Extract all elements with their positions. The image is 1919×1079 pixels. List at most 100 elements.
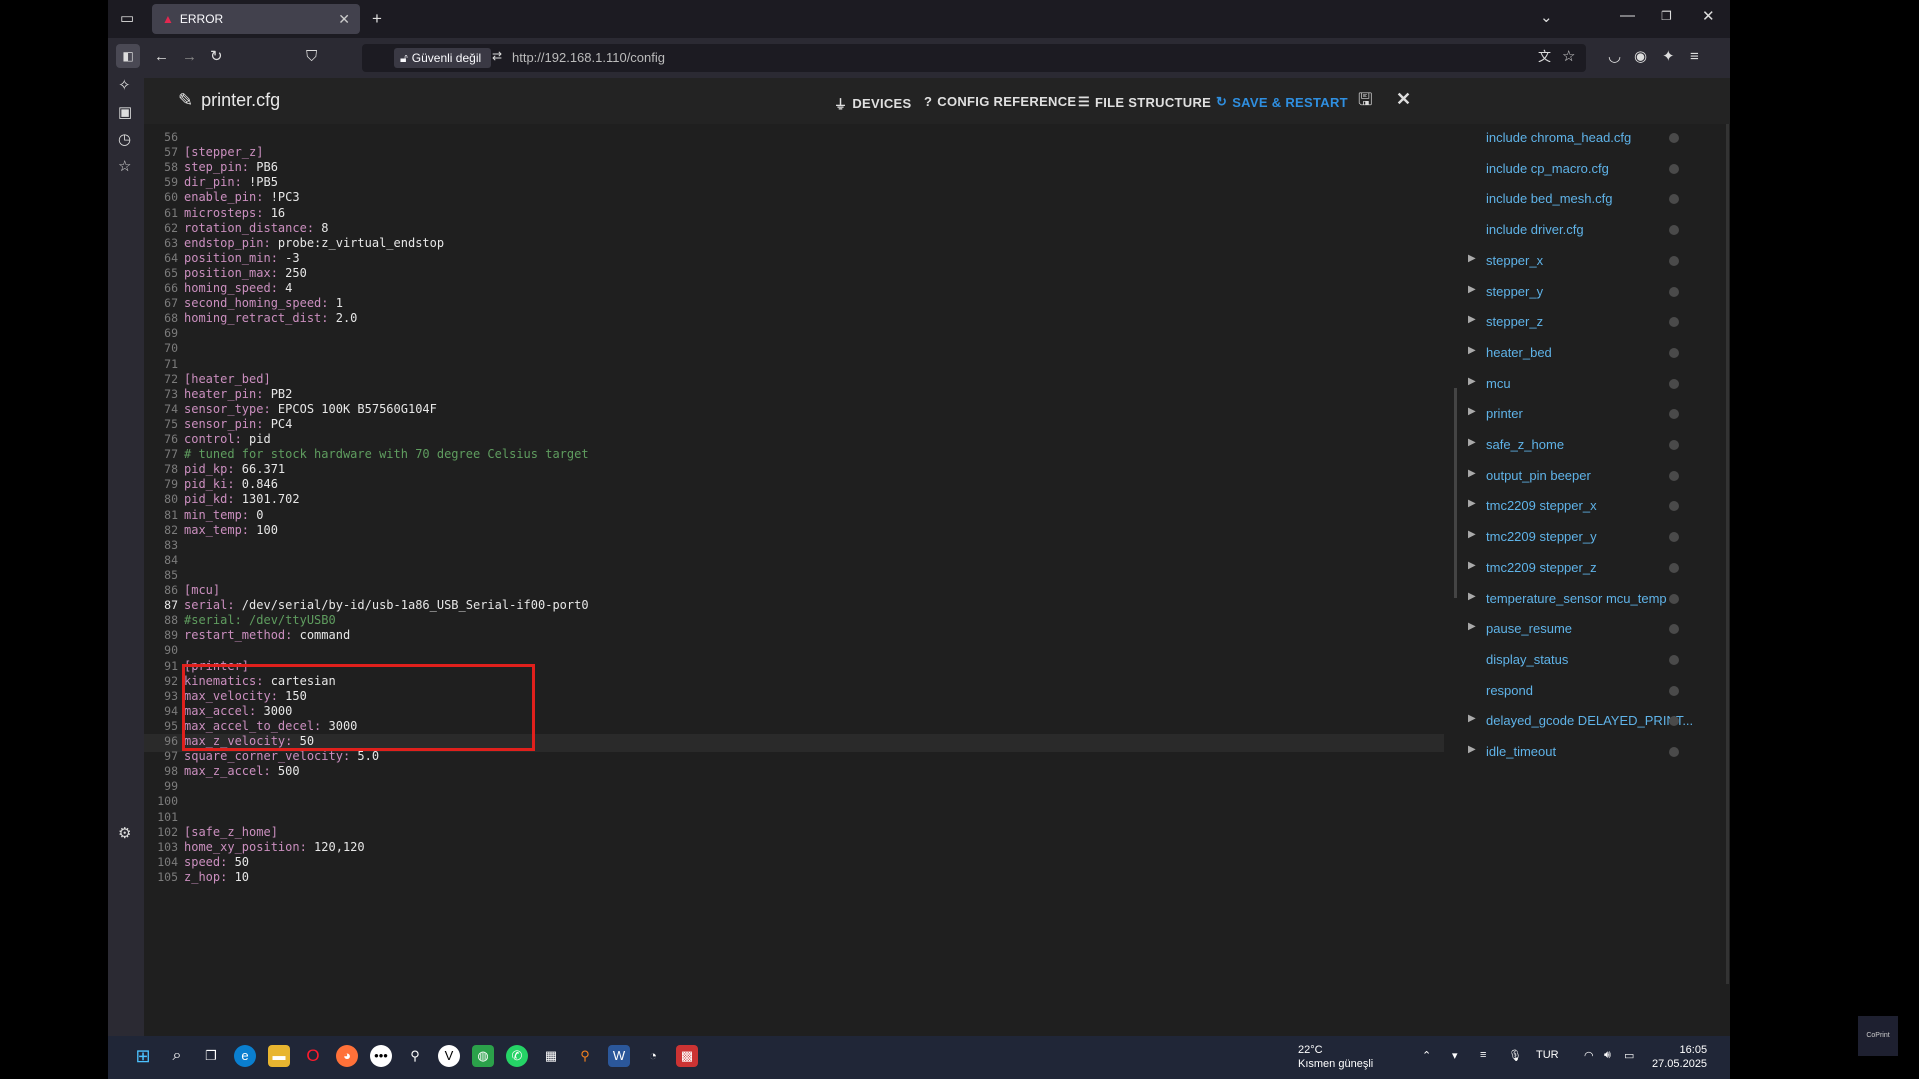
shield-icon[interactable]: ⛉ xyxy=(306,49,317,64)
word-icon[interactable]: W xyxy=(608,1045,630,1067)
microphone-icon[interactable]: 🎙︎ xyxy=(1508,1049,1522,1062)
bookmarks-icon[interactable]: ☆ xyxy=(118,159,131,174)
permissions-icon[interactable]: ⇄ xyxy=(492,50,502,62)
back-icon[interactable]: ← xyxy=(154,49,169,64)
account-icon[interactable]: ◉ xyxy=(1634,49,1647,64)
save-restart-button[interactable]: ↻ SAVE & RESTART xyxy=(1216,94,1348,110)
outline-item[interactable]: ▶ tmc2209 stepper_z xyxy=(1464,554,1724,584)
security-indicator[interactable]: 🔓︎ Güvenli değil xyxy=(394,48,492,68)
expand-arrow-icon[interactable]: ▶ xyxy=(1468,621,1476,632)
expand-arrow-icon[interactable]: ▶ xyxy=(1468,744,1476,755)
outline-item[interactable]: ▶ heater_bed xyxy=(1464,339,1724,369)
weather-widget[interactable]: 22°C Kısmen güneşli xyxy=(1298,1043,1373,1071)
file-explorer-icon[interactable]: ▬ xyxy=(268,1045,290,1067)
wifi-icon[interactable]: ◠ xyxy=(1584,1049,1594,1062)
forward-icon[interactable]: → xyxy=(182,49,197,64)
minimize-icon[interactable]: — xyxy=(1620,8,1635,23)
outline-item[interactable]: ▶ tmc2209 stepper_y xyxy=(1464,523,1724,553)
file-structure-button[interactable]: ☰ FILE STRUCTURE xyxy=(1078,94,1211,110)
expand-arrow-icon[interactable]: ▶ xyxy=(1468,314,1476,325)
app-icon-dots[interactable]: ••• xyxy=(370,1045,392,1067)
history-icon[interactable]: ◷ xyxy=(118,132,131,147)
outline-item[interactable]: respond xyxy=(1464,677,1724,707)
menu-icon[interactable]: ≡ xyxy=(1690,49,1699,64)
outline-item[interactable]: ▶ mcu xyxy=(1464,370,1724,400)
expand-arrow-icon[interactable]: ▶ xyxy=(1468,406,1476,417)
expand-arrow-icon[interactable]: ▶ xyxy=(1468,560,1476,571)
expand-arrow-icon[interactable]: ▶ xyxy=(1468,498,1476,509)
language-indicator[interactable]: TUR xyxy=(1536,1049,1559,1061)
outline-item[interactable]: ▶ stepper_x xyxy=(1464,247,1724,277)
window-close-icon[interactable]: ✕ xyxy=(1702,9,1715,24)
outline-item[interactable]: ▶ pause_resume xyxy=(1464,615,1724,645)
start-icon[interactable]: ⊞ xyxy=(132,1045,154,1067)
tray-app-icon[interactable]: ▾ xyxy=(1452,1049,1458,1062)
close-editor-icon[interactable]: ✕ xyxy=(1396,90,1411,108)
app-grid-icon[interactable]: ▩ xyxy=(676,1045,698,1067)
expand-arrow-icon[interactable]: ▶ xyxy=(1468,713,1476,724)
code-line[interactable]: 105 z_hop: 10 xyxy=(144,868,1444,886)
reload-icon[interactable]: ↻ xyxy=(210,49,223,64)
task-view-icon[interactable]: ❐ xyxy=(200,1045,222,1067)
expand-arrow-icon[interactable]: ▶ xyxy=(1468,253,1476,264)
expand-arrow-icon[interactable]: ▶ xyxy=(1468,437,1476,448)
outline-item[interactable]: include cp_macro.cfg xyxy=(1464,155,1724,185)
edge-icon[interactable]: e xyxy=(234,1045,256,1067)
code-editor[interactable]: 56 57 [stepper_z] 58 step_pin: PB6 59 dir_pin:… xyxy=(144,124,1444,1036)
ai-chat-icon[interactable]: ✧ xyxy=(118,78,131,93)
store-icon[interactable]: ▦ xyxy=(540,1045,562,1067)
tab-list-icon[interactable]: ▭ xyxy=(120,11,134,26)
save-icon[interactable]: 🖫︎ xyxy=(1358,91,1372,108)
outline-item[interactable]: ▶ printer xyxy=(1464,400,1724,430)
browser-tab[interactable]: ▲ ERROR ✕ xyxy=(152,4,360,34)
expand-arrow-icon[interactable]: ▶ xyxy=(1468,376,1476,387)
url-bar[interactable]: 🔓︎ Güvenli değil ⇄ http://192.168.1.110/… xyxy=(362,44,1586,72)
app-icon-v[interactable]: V xyxy=(438,1045,460,1067)
network-tool-icon[interactable]: ⚲ xyxy=(404,1045,426,1067)
expand-arrow-icon[interactable]: ▶ xyxy=(1468,591,1476,602)
outline-item[interactable]: ▶ delayed_gcode DELAYED_PRINT... xyxy=(1464,707,1724,737)
outline-item[interactable]: ▶ idle_timeout xyxy=(1464,738,1724,768)
outline-item[interactable]: ▶ tmc2209 stepper_x xyxy=(1464,492,1724,522)
devices-button[interactable]: ⏚ DEVICES xyxy=(834,94,911,113)
outline-item[interactable]: include chroma_head.cfg xyxy=(1464,124,1724,154)
close-tab-icon[interactable]: ✕ xyxy=(338,11,350,28)
expand-arrow-icon[interactable]: ▶ xyxy=(1468,529,1476,540)
tray-app-icon-2[interactable]: ≡ xyxy=(1480,1049,1486,1061)
expand-arrow-icon[interactable]: ▶ xyxy=(1468,284,1476,295)
outline-item[interactable]: include bed_mesh.cfg xyxy=(1464,185,1724,215)
translate-icon[interactable]: 文 xyxy=(1538,50,1551,63)
outline-item[interactable]: ▶ temperature_sensor mcu_temp xyxy=(1464,585,1724,615)
outline-item[interactable]: display_status xyxy=(1464,646,1724,676)
restore-icon[interactable]: ❐ xyxy=(1661,10,1672,22)
outline-scrollbar[interactable] xyxy=(1726,124,1729,984)
chevron-down-icon[interactable]: ⌄ xyxy=(1540,10,1553,25)
outline-item[interactable]: ▶ stepper_z xyxy=(1464,308,1724,338)
volume-icon[interactable]: 🔊︎ xyxy=(1604,1049,1611,1062)
battery-icon[interactable]: ▭ xyxy=(1624,1049,1634,1062)
new-tab-icon[interactable]: + xyxy=(372,10,382,27)
search-icon[interactable]: ⌕ xyxy=(166,1045,188,1067)
url-text[interactable]: http://192.168.1.110/config xyxy=(512,50,665,65)
outline-item[interactable]: ▶ output_pin beeper xyxy=(1464,462,1724,492)
settings-icon[interactable]: ⚙ xyxy=(118,826,131,841)
search-tool-icon[interactable]: ⚲ xyxy=(574,1045,596,1067)
opera-icon[interactable]: O xyxy=(302,1045,324,1067)
expand-arrow-icon[interactable]: ▶ xyxy=(1468,468,1476,479)
firefox-icon[interactable]: ◕ xyxy=(336,1045,358,1067)
sidebar-toggle-icon[interactable]: ◧ xyxy=(116,44,140,68)
extensions-icon[interactable]: ✦ xyxy=(1662,49,1675,64)
clock[interactable]: 16:05 27.05.2025 xyxy=(1652,1043,1707,1071)
wechat-icon[interactable]: ◍ xyxy=(472,1045,494,1067)
outline-item[interactable]: ▶ stepper_y xyxy=(1464,278,1724,308)
whatsapp-icon[interactable]: ✆ xyxy=(506,1045,528,1067)
pocket-icon[interactable]: ◡ xyxy=(1608,49,1621,64)
editor-scrollbar[interactable] xyxy=(1454,388,1457,598)
config-reference-button[interactable]: ? CONFIG REFERENCE xyxy=(924,94,1076,109)
synced-tabs-icon[interactable]: ▣ xyxy=(118,105,132,120)
expand-arrow-icon[interactable]: ▶ xyxy=(1468,345,1476,356)
tray-overflow-icon[interactable]: ⌃ xyxy=(1422,1049,1431,1062)
outline-item[interactable]: include driver.cfg xyxy=(1464,216,1724,246)
chrome-icon[interactable]: ◔ xyxy=(642,1045,664,1067)
bookmark-star-icon[interactable]: ☆ xyxy=(1562,49,1575,64)
